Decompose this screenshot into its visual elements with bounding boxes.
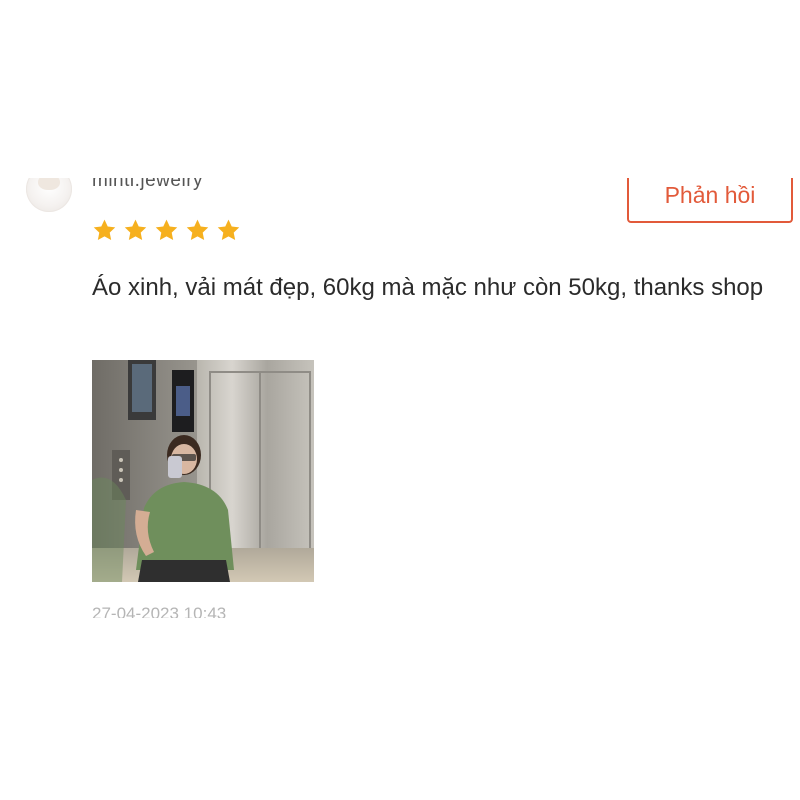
reviewer-username: minti.jewelry [92,178,332,200]
review-photo[interactable] [92,360,314,582]
star-icon [124,219,147,240]
review-card: minti.jewelry Phản hồi Áo xinh, vải mát … [0,178,800,618]
star-icon [217,219,240,240]
star-icon [155,219,178,240]
review-text: Áo xinh, vải mát đẹp, 60kg mà mặc như cò… [92,274,764,301]
reply-button[interactable]: Phản hồi [627,178,793,223]
star-rating [92,218,241,243]
page: minti.jewelry Phản hồi Áo xinh, vải mát … [0,0,800,800]
avatar[interactable] [26,178,72,212]
reviewer-username-text: minti.jewelry [92,178,204,191]
star-icon [93,219,116,240]
review-date-text: 27-04-2023 10:43 [92,604,227,618]
reply-button-label: Phản hồi [664,182,756,208]
review-photo-image [92,360,314,582]
review-date: 27-04-2023 10:43 [92,604,352,618]
star-icon [186,219,209,240]
